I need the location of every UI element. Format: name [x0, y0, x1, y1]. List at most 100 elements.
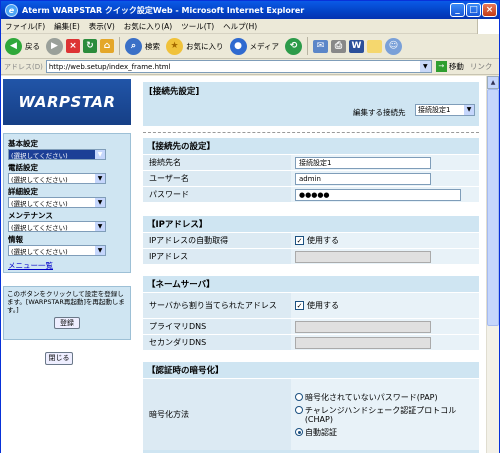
- address-url: http://web.setup/index_frame.html: [48, 62, 171, 71]
- menu-file[interactable]: ファイル(F): [5, 21, 45, 32]
- ip-address-label: IPアドレス: [143, 249, 291, 264]
- home-icon[interactable]: ⌂: [100, 39, 114, 53]
- maximize-button[interactable]: □: [466, 3, 481, 17]
- history-icon[interactable]: ⟲: [284, 37, 302, 55]
- username-input[interactable]: admin: [295, 172, 431, 185]
- auth-option-chap-label: チャレンジハンドシェーク認証プロトコル(CHAP): [304, 405, 457, 424]
- select-value: 接続設定1: [418, 106, 451, 114]
- basic-settings-select[interactable]: (選択してください) ▼: [8, 149, 106, 160]
- primary-dns-label: プライマリDNS: [143, 319, 291, 334]
- select-value: (選択してください): [11, 247, 68, 256]
- menu-favorites[interactable]: お気に入り(A): [124, 21, 172, 32]
- messenger-icon[interactable]: ☺: [384, 37, 402, 55]
- go-arrow-icon: →: [435, 61, 447, 72]
- section-heading: 【認証時の暗号化】: [147, 366, 224, 376]
- select-value: (選択してください): [11, 175, 68, 184]
- auth-option-pap[interactable]: 暗号化されていないパスワード(PAP): [295, 392, 438, 402]
- auth-option-pap-label: 暗号化されていないパスワード(PAP): [305, 392, 438, 402]
- chevron-down-icon: ▼: [95, 198, 105, 207]
- media-label[interactable]: メディア: [250, 41, 279, 52]
- toolbar-separator: [306, 37, 308, 55]
- section-heading: 【ネームサーバ】: [147, 280, 215, 290]
- address-dropdown-icon[interactable]: ▼: [419, 61, 431, 72]
- close-button[interactable]: 閉じる: [45, 352, 73, 365]
- edit-word-icon[interactable]: W: [348, 39, 364, 53]
- radio-chap[interactable]: [295, 405, 303, 414]
- menu-help[interactable]: ヘルプ(H): [223, 21, 257, 32]
- media-icon[interactable]: ●: [229, 37, 247, 55]
- dns-assign-label: サーバから割り当てられたアドレス: [143, 293, 291, 318]
- title-bar: e Aterm WARPSTAR クイック設定Web - Microsoft I…: [1, 1, 499, 19]
- divider: [143, 132, 479, 133]
- links-button[interactable]: リンク: [470, 61, 493, 72]
- search-label[interactable]: 検索: [145, 41, 160, 52]
- search-icon[interactable]: ⌕: [125, 37, 142, 55]
- chevron-down-icon: ▼: [95, 246, 105, 255]
- ip-auto-label: IPアドレスの自動取得: [143, 233, 291, 248]
- menu-bar: ファイル(F) 編集(E) 表示(V) お気に入り(A) ツール(T) ヘルプ(…: [1, 19, 499, 34]
- back-icon[interactable]: ◀: [5, 37, 22, 55]
- toolbar-separator: [119, 37, 120, 55]
- phone-settings-select[interactable]: (選択してください) ▼: [8, 173, 106, 184]
- select-value: (選択してください): [11, 151, 68, 160]
- scroll-up-icon[interactable]: ▲: [487, 76, 499, 89]
- go-button[interactable]: → 移動: [435, 61, 464, 72]
- favorites-label[interactable]: お気に入り: [186, 41, 224, 52]
- info-select[interactable]: (選択してください) ▼: [8, 245, 106, 256]
- radio-pap[interactable]: [295, 392, 303, 401]
- radio-auto[interactable]: [295, 427, 303, 436]
- menu-view[interactable]: 表示(V): [89, 21, 115, 32]
- password-label: パスワード: [143, 187, 291, 202]
- favorites-star-icon[interactable]: ★: [166, 37, 183, 55]
- address-input[interactable]: http://web.setup/index_frame.html ▼: [45, 60, 432, 73]
- back-label[interactable]: 戻る: [25, 41, 40, 52]
- connection-name-input[interactable]: 接続設定1: [295, 156, 431, 169]
- username-label: ユーザー名: [143, 171, 291, 186]
- vertical-scrollbar[interactable]: ▲: [486, 76, 499, 453]
- section-heading: 【IPアドレス】: [147, 220, 208, 230]
- select-value: (選択してください): [11, 223, 68, 232]
- main-frame: [接続先設定] 編集する接続先 接続設定1 ▼ 【接続先の設定】 接続先名 接続設定…: [135, 76, 487, 453]
- ip-auto-checkbox[interactable]: ✓: [295, 236, 304, 245]
- print-icon[interactable]: ⎙: [330, 39, 346, 53]
- close-window-button[interactable]: ×: [482, 3, 497, 17]
- refresh-icon[interactable]: ↻: [83, 39, 97, 53]
- secondary-dns-input[interactable]: [295, 336, 431, 349]
- folder-icon[interactable]: [366, 39, 382, 53]
- menu-tools[interactable]: ツール(T): [181, 21, 214, 32]
- connection-name-label: 接続先名: [143, 155, 291, 170]
- secondary-dns-label: セカンダリDNS: [143, 335, 291, 350]
- connection-section: 【接続先の設定】 接続先名 接続設定1 ユーザー名 admin パスワード ●●●●●: [143, 138, 479, 202]
- menu-edit[interactable]: 編集(E): [54, 21, 80, 32]
- go-label: 移動: [448, 62, 464, 71]
- ip-address-input[interactable]: [295, 250, 431, 263]
- advanced-settings-select[interactable]: (選択してください) ▼: [8, 197, 106, 208]
- register-button[interactable]: 登録: [54, 317, 80, 329]
- nav-heading-info: 情報: [8, 235, 23, 244]
- chevron-down-icon: ▼: [95, 174, 105, 183]
- maintenance-select[interactable]: (選択してください) ▼: [8, 221, 106, 232]
- password-input[interactable]: ●●●●●: [295, 188, 461, 201]
- nav-heading-basic: 基本設定: [8, 139, 38, 148]
- browser-window: e Aterm WARPSTAR クイック設定Web - Microsoft I…: [0, 0, 500, 453]
- dns-assign-checkbox[interactable]: ✓: [295, 301, 304, 310]
- ie-icon: e: [5, 3, 18, 17]
- auth-section: 【認証時の暗号化】 暗号化方法 暗号化されていないパスワード(PAP) チャレン…: [143, 362, 479, 453]
- auth-method-label: 暗号化方法: [143, 379, 291, 450]
- forward-icon[interactable]: ▶: [46, 37, 63, 55]
- auth-option-auto-label: 自動認証: [305, 427, 337, 437]
- auth-option-auto[interactable]: 自動認証: [295, 427, 337, 437]
- scroll-thumb[interactable]: [487, 89, 499, 326]
- menu-list-link[interactable]: メニュー一覧: [8, 260, 126, 271]
- minimize-button[interactable]: _: [450, 3, 465, 17]
- mail-icon[interactable]: ✉: [312, 39, 328, 53]
- page-content: WARPSTAR 基本設定 (選択してください) ▼ 電話設定 (選択してください…: [1, 76, 487, 453]
- ip-section: 【IPアドレス】 IPアドレスの自動取得 ✓ 使用する IPアドレス: [143, 216, 479, 264]
- primary-dns-input[interactable]: [295, 320, 431, 333]
- stop-icon[interactable]: ×: [66, 39, 80, 53]
- auth-option-chap[interactable]: チャレンジハンドシェーク認証プロトコル(CHAP): [295, 405, 479, 424]
- select-value: (選択してください): [11, 199, 68, 208]
- edit-connection-select[interactable]: 接続設定1 ▼: [415, 104, 475, 116]
- help-box: このボタンをクリックして設定を登録します。[WARPSTAR再起動]を再起動しま…: [3, 286, 131, 340]
- address-label: アドレス(D): [4, 62, 43, 71]
